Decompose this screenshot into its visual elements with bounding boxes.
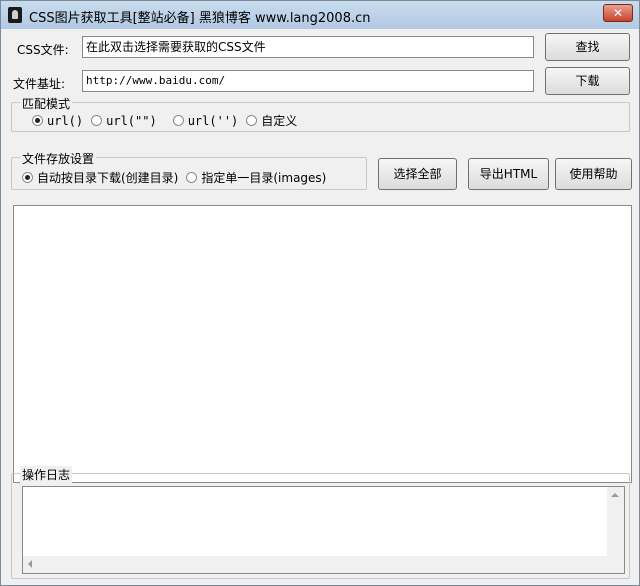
match-mode-options: url() url("") url('') 自定义 [32, 112, 305, 129]
scroll-left-icon[interactable] [28, 560, 32, 568]
help-button[interactable]: 使用帮助 [555, 158, 632, 190]
radio-custom[interactable] [246, 115, 258, 126]
window-title: CSS图片获取工具[整站必备] 黑狼博客 www.lang2008.cn [29, 11, 371, 26]
radio-single-dir[interactable] [186, 172, 198, 183]
radio-url-single-quote[interactable] [172, 115, 184, 126]
log-horizontal-scrollbar[interactable] [23, 556, 607, 573]
app-window: CSS图片获取工具[整站必备] 黑狼博客 www.lang2008.cn ✕ C… [0, 0, 640, 586]
css-file-input[interactable]: 在此双击选择需要获取的CSS文件 [82, 36, 534, 58]
select-all-button[interactable]: 选择全部 [378, 158, 457, 190]
log-legend: 操作日志 [20, 466, 73, 483]
browse-button[interactable]: 查找 [545, 33, 630, 61]
title-bar[interactable]: CSS图片获取工具[整站必备] 黑狼博客 www.lang2008.cn ✕ [1, 1, 639, 29]
radio-url-plain[interactable] [32, 115, 43, 126]
radio-custom-label: 自定义 [261, 114, 298, 128]
storage-group: 文件存放设置 自动按目录下载(创建目录) 指定单一目录(images) [11, 150, 367, 190]
log-group: 操作日志 [11, 466, 630, 579]
radio-url-double-quote-label: url("") [106, 113, 157, 128]
scrollbar-corner [607, 556, 624, 573]
scroll-up-icon[interactable] [611, 493, 619, 497]
base-url-label: 文件基址: [13, 77, 66, 91]
radio-auto-dir-label: 自动按目录下载(创建目录) [37, 171, 179, 185]
radio-url-plain-label: url() [47, 113, 84, 128]
close-button[interactable]: ✕ [603, 4, 633, 22]
base-url-input[interactable]: http://www.baidu.com/ [82, 70, 534, 92]
log-textarea[interactable] [22, 486, 625, 574]
image-list[interactable] [13, 205, 632, 483]
css-file-label: CSS文件: [17, 43, 69, 57]
radio-url-double-quote[interactable] [91, 115, 103, 126]
app-icon [8, 7, 22, 23]
close-icon: ✕ [612, 6, 624, 20]
export-html-button[interactable]: 导出HTML [468, 158, 549, 190]
log-vertical-scrollbar[interactable] [607, 487, 624, 556]
client-area: CSS文件: 在此双击选择需要获取的CSS文件 查找 文件基址: http://… [7, 30, 633, 581]
storage-options: 自动按目录下载(创建目录) 指定单一目录(images) [22, 169, 334, 186]
download-button[interactable]: 下载 [545, 67, 630, 95]
radio-auto-dir[interactable] [22, 172, 33, 183]
radio-single-dir-label: 指定单一目录(images) [201, 171, 327, 185]
storage-legend: 文件存放设置 [20, 150, 97, 167]
match-mode-legend: 匹配模式 [20, 95, 73, 112]
match-mode-group: 匹配模式 url() url("") url('') 自定义 [11, 95, 630, 132]
radio-url-single-quote-label: url('') [187, 113, 239, 128]
